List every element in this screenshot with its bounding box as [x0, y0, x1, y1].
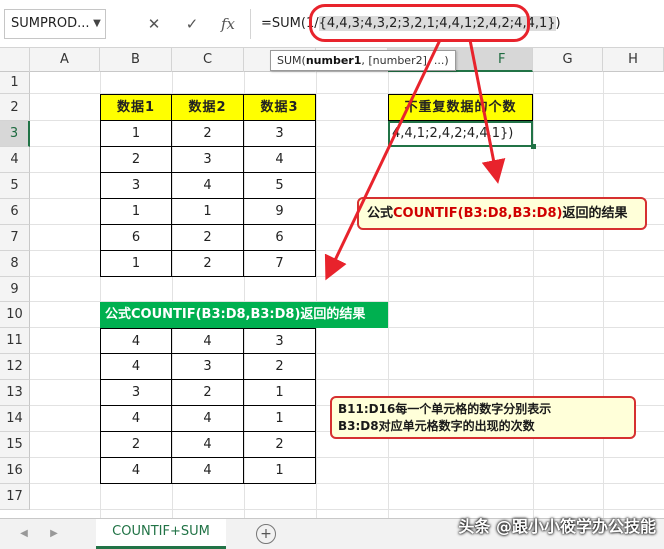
table1-cell[interactable]: 2 [172, 121, 244, 147]
table1-cell[interactable]: 5 [244, 173, 316, 199]
row-header-5[interactable]: 5 [0, 173, 30, 199]
table2-cell[interactable]: 3 [244, 328, 316, 354]
table2-cell[interactable]: 2 [244, 354, 316, 380]
callout-countif: 公式COUNTIF(B3:D8,B3:D8)返回的结果 [357, 197, 647, 230]
table2-cell[interactable]: 1 [244, 406, 316, 432]
table1-header-cell[interactable]: 数据3 [244, 94, 316, 121]
tooltip-rest-args: , [number2], ...) [361, 54, 449, 67]
row-header-8[interactable]: 8 [0, 251, 30, 277]
row-header-15[interactable]: 15 [0, 432, 30, 458]
table2-cell[interactable]: 1 [244, 458, 316, 484]
insert-function-icon[interactable]: fx [214, 9, 242, 39]
table1-cell[interactable]: 9 [244, 199, 316, 225]
table1-cell[interactable]: 1 [100, 121, 172, 147]
table2-cell[interactable]: 1 [244, 380, 316, 406]
table1-cell[interactable]: 3 [244, 121, 316, 147]
table1-cell[interactable]: 3 [172, 147, 244, 173]
row-header-16[interactable]: 16 [0, 458, 30, 484]
table1-cell[interactable]: 7 [244, 251, 316, 277]
row-header-13[interactable]: 13 [0, 380, 30, 406]
countif-result-title[interactable]: 公式COUNTIF(B3:D8,B3:D8)返回的结果 [100, 302, 388, 328]
table2-cell[interactable]: 3 [100, 380, 172, 406]
table1-header-cell[interactable]: 数据2 [172, 94, 244, 121]
callout1-prefix: 公式 [367, 206, 394, 221]
row-header-6[interactable]: 6 [0, 199, 30, 225]
table1-cell[interactable]: 6 [100, 225, 172, 251]
row-header-3[interactable]: 3 [0, 121, 30, 147]
table1-cell[interactable]: 1 [100, 251, 172, 277]
sheet-tab-countif-sum[interactable]: COUNTIF+SUM [96, 519, 226, 549]
column-header-a[interactable]: A [30, 48, 100, 72]
row-header-7[interactable]: 7 [0, 225, 30, 251]
row-header-1[interactable]: 1 [0, 72, 30, 94]
table1-cell[interactable]: 1 [172, 199, 244, 225]
table2-cell[interactable]: 4 [100, 328, 172, 354]
table2-cell[interactable]: 4 [172, 406, 244, 432]
callout2-line2: B3:D8对应单元格数字的出现的次数 [338, 419, 535, 433]
row-header-12[interactable]: 12 [0, 354, 30, 380]
table2-cell[interactable]: 4 [172, 432, 244, 458]
unique-count-header[interactable]: 不重复数据的个数 [388, 94, 533, 121]
table2-cell[interactable]: 2 [100, 432, 172, 458]
row-header-10[interactable]: 10 [0, 302, 30, 328]
table1-cell[interactable]: 4 [244, 147, 316, 173]
tab-scroll-right-icon[interactable]: ▶ [44, 519, 64, 549]
callout1-formula: COUNTIF(B3:D8,B3:D8) [393, 206, 563, 221]
table1-cell[interactable]: 4 [172, 173, 244, 199]
cancel-icon[interactable]: ✕ [140, 9, 168, 39]
formula-highlight-annotation [309, 4, 530, 42]
column-header-h[interactable]: H [603, 48, 664, 72]
table2-cell[interactable]: 2 [172, 380, 244, 406]
table1-cell[interactable]: 1 [100, 199, 172, 225]
column-header-c[interactable]: C [172, 48, 244, 72]
active-cell-f3[interactable]: 4,4,1;2,4,2;4,4,1}) [388, 121, 533, 147]
table2-cell[interactable]: 3 [172, 354, 244, 380]
row-header-11[interactable]: 11 [0, 328, 30, 354]
column-header-b[interactable]: B [100, 48, 172, 72]
table2-cell[interactable]: 4 [100, 354, 172, 380]
gridline [603, 72, 604, 518]
row-header-17[interactable]: 17 [0, 484, 30, 510]
table1-cell[interactable]: 2 [172, 225, 244, 251]
confirm-icon[interactable]: ✓ [178, 9, 206, 39]
row-header-2[interactable]: 2 [0, 94, 30, 121]
table1-header-cell[interactable]: 数据1 [100, 94, 172, 121]
tooltip-function: SUM( [277, 54, 306, 67]
callout1-suffix: 返回的结果 [562, 206, 628, 221]
callout2-line1: B11:D16每一个单元格的数字分别表示 [338, 402, 552, 416]
function-tooltip: SUM(number1, [number2], ...) [270, 50, 456, 71]
callout-explanation: B11:D16每一个单元格的数字分别表示 B3:D8对应单元格数字的出现的次数 [330, 396, 636, 439]
table2-cell[interactable]: 2 [244, 432, 316, 458]
watermark: 头条 @跟小小筱学办公技能 [458, 517, 656, 536]
table1-cell[interactable]: 2 [100, 147, 172, 173]
fill-handle[interactable] [531, 144, 536, 149]
row-header-4[interactable]: 4 [0, 147, 30, 173]
select-all-corner[interactable] [0, 48, 30, 72]
row-header-9[interactable]: 9 [0, 277, 30, 302]
table1-cell[interactable]: 6 [244, 225, 316, 251]
gridline [316, 72, 317, 518]
table2-cell[interactable]: 4 [172, 458, 244, 484]
table2-cell[interactable]: 4 [172, 328, 244, 354]
chevron-down-icon[interactable]: ▼ [89, 9, 105, 39]
gridline [533, 72, 534, 518]
tooltip-arg1: number1 [305, 54, 362, 67]
table2-cell[interactable]: 4 [100, 406, 172, 432]
arrow-to-result-table [324, 39, 442, 281]
table1-cell[interactable]: 3 [100, 173, 172, 199]
row-header-14[interactable]: 14 [0, 406, 30, 432]
add-sheet-icon[interactable]: + [256, 524, 276, 544]
table2-cell[interactable]: 4 [100, 458, 172, 484]
formula-suffix: ) [555, 16, 561, 31]
column-header-g[interactable]: G [533, 48, 603, 72]
table1-cell[interactable]: 2 [172, 251, 244, 277]
tab-scroll-left-icon[interactable]: ◀ [14, 519, 34, 549]
